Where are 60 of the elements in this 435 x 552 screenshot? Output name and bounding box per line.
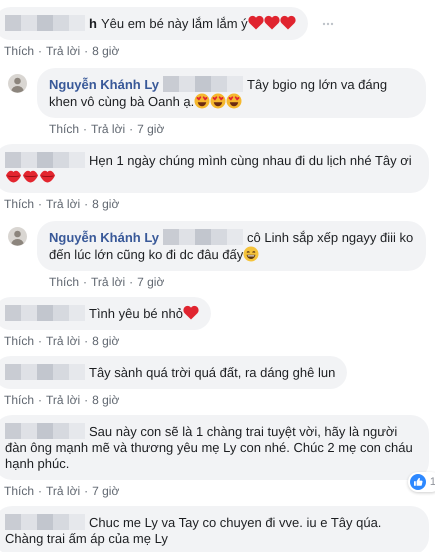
separator: · bbox=[83, 274, 88, 290]
action-link[interactable]: Thích bbox=[4, 392, 34, 408]
separator: · bbox=[129, 121, 134, 137]
timestamp[interactable]: 8 giờ bbox=[92, 392, 120, 408]
timestamp[interactable]: 7 giờ bbox=[92, 483, 120, 499]
heart-icon bbox=[248, 15, 264, 30]
separator: · bbox=[38, 196, 42, 212]
comment-text: Sau này con sẽ là 1 chàng trai tuyệt vời, hãy là người đàn ông mạnh mẽ và thương yêu mẹ Ly con nhé. Chúc 2 mẹ con cháu hạnh phúc. bbox=[5, 423, 414, 472]
comment-text: Nguyễn Khánh Ly Tây bgio ng lớn va đáng khen vô cùng bà Oanh ạ. bbox=[49, 76, 388, 110]
timestamp[interactable]: 7 giờ bbox=[137, 121, 164, 137]
comment-text: Tây sành quá trời quá đất, ra dáng ghê lun bbox=[5, 364, 336, 381]
action-link[interactable]: Trả lời bbox=[46, 333, 80, 349]
action-link[interactable]: Trả lời bbox=[46, 43, 80, 59]
action-link[interactable]: Thích bbox=[4, 196, 34, 212]
heart-icon bbox=[182, 305, 199, 320]
lips-icon bbox=[22, 169, 39, 183]
action-link[interactable]: Thích bbox=[4, 43, 34, 59]
action-link[interactable]: Thích bbox=[49, 274, 80, 290]
avatar[interactable] bbox=[8, 74, 27, 93]
avatar[interactable] bbox=[8, 227, 27, 246]
timestamp[interactable]: 8 giờ bbox=[92, 196, 120, 212]
separator: · bbox=[84, 333, 88, 349]
comment-text: Tình yêu bé nhỏ bbox=[5, 305, 199, 322]
action-link[interactable]: Trả lời bbox=[46, 196, 80, 212]
comment-text: Hẹn 1 ngày chúng mình cùng nhau đi du lịch nhé Tây ơi bbox=[5, 152, 417, 185]
action-link[interactable]: Thích bbox=[49, 121, 80, 137]
separator: · bbox=[84, 483, 88, 499]
smiley-icon bbox=[210, 93, 226, 109]
separator: · bbox=[38, 333, 42, 349]
like-icon bbox=[410, 474, 426, 490]
separator: · bbox=[83, 121, 88, 137]
separator: · bbox=[38, 392, 42, 408]
smiley-icon bbox=[243, 246, 260, 262]
lips-icon bbox=[5, 169, 22, 183]
separator: · bbox=[84, 196, 88, 212]
timestamp[interactable]: 7 giờ bbox=[137, 274, 164, 290]
lips-icon bbox=[39, 169, 56, 183]
author-name[interactable]: Nguyễn Khánh Ly bbox=[49, 77, 160, 92]
smiley-icon bbox=[226, 93, 242, 109]
action-link[interactable]: Trả lời bbox=[91, 121, 126, 137]
author-name[interactable]: Nguyễn Khánh Ly bbox=[49, 230, 160, 245]
action-link[interactable]: Trả lời bbox=[91, 274, 126, 290]
separator: · bbox=[38, 43, 42, 59]
separator: · bbox=[38, 483, 42, 499]
action-link[interactable]: Trả lời bbox=[46, 483, 80, 499]
action-link[interactable]: Thích bbox=[4, 483, 34, 499]
heart-icon bbox=[264, 15, 280, 30]
timestamp[interactable]: 8 giờ bbox=[92, 333, 120, 349]
heart-icon bbox=[280, 15, 296, 30]
separator: · bbox=[84, 392, 88, 408]
separator: · bbox=[129, 274, 134, 290]
action-link[interactable]: Trả lời bbox=[46, 392, 80, 408]
smiley-icon bbox=[194, 93, 210, 109]
comment-text: Nguyễn Khánh Ly cô Linh sắp xếp ngayy điii ko đến lúc lớn cũng ko đi dc đâu đấy bbox=[49, 229, 414, 263]
separator: · bbox=[84, 43, 88, 59]
comment-text: h Yêu em bé này lắm lắm ý bbox=[5, 15, 296, 32]
action-link[interactable]: Thích bbox=[4, 333, 34, 349]
comment-text: Chuc me Ly va Tay co chuyen đi vve. iu e Tây qúa. Chàng trai ấm áp của mẹ Ly bbox=[5, 514, 382, 547]
author-name[interactable]: h bbox=[89, 16, 97, 31]
timestamp[interactable]: 8 giờ bbox=[92, 43, 120, 59]
